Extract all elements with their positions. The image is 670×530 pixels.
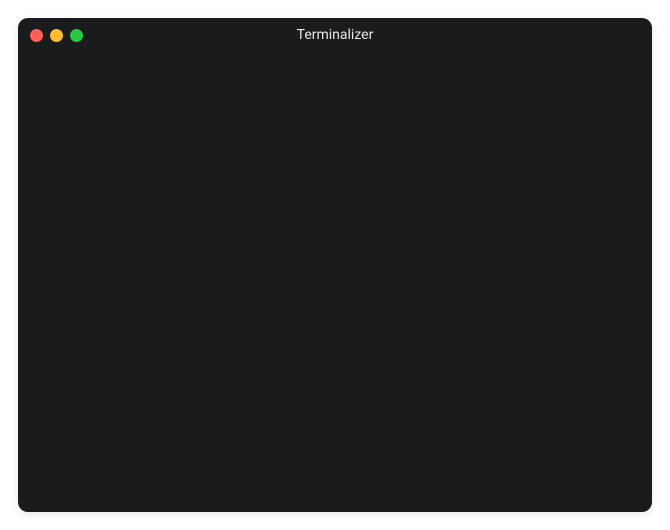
window-title: Terminalizer (18, 27, 652, 43)
traffic-lights (30, 29, 83, 42)
title-bar: Terminalizer (18, 18, 652, 52)
terminal-body[interactable] (18, 52, 652, 512)
close-button[interactable] (30, 29, 43, 42)
maximize-button[interactable] (70, 29, 83, 42)
minimize-button[interactable] (50, 29, 63, 42)
terminal-window: Terminalizer (18, 18, 652, 512)
